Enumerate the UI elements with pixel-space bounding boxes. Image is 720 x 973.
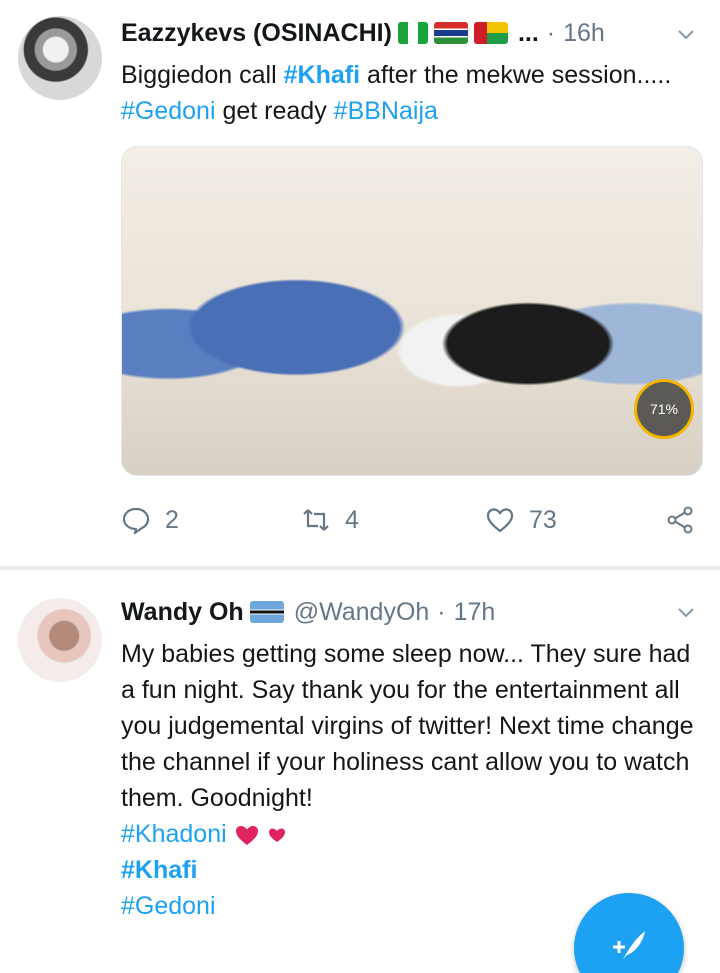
chevron-down-icon[interactable] [676, 602, 696, 622]
share-button[interactable] [665, 500, 695, 540]
text-span: after the mekwe session..... [360, 61, 672, 89]
text-span: get ready [215, 97, 334, 125]
text-span: Biggiedon call [121, 61, 284, 89]
flag-guinea-bissau-icon [473, 22, 508, 44]
hashtag-link[interactable]: #Khadoni [121, 820, 227, 848]
chevron-down-icon[interactable] [676, 24, 696, 44]
tweet-time[interactable]: 16h [563, 19, 605, 48]
tweet-time[interactable]: 17h [454, 598, 496, 627]
reply-icon [122, 507, 150, 535]
hashtag-link[interactable]: #Gedoni [121, 97, 216, 125]
avatar[interactable] [18, 16, 102, 100]
heart-icon [486, 508, 514, 533]
tweet-photo[interactable]: 71% [121, 146, 703, 476]
reply-count: 2 [165, 505, 179, 534]
tweet-text: My babies getting some sleep now... They… [121, 636, 711, 924]
compose-tweet-icon [613, 931, 645, 959]
hashtag-link[interactable]: #BBNaija [334, 97, 438, 125]
two-hearts-emoji [235, 826, 285, 846]
like-count: 73 [529, 505, 557, 534]
flag-botswana-icon [249, 601, 284, 623]
loading-progress-badge: 71% [634, 379, 694, 439]
reply-button[interactable]: 2 [121, 500, 179, 540]
hashtag-line: #Khadoni [121, 816, 711, 852]
tweet-body: My babies getting some sleep now... They… [121, 640, 694, 812]
tweet-text: Biggiedon call #Khafi after the mekwe se… [121, 57, 711, 129]
separator-dot: · [437, 597, 446, 626]
share-icon [667, 506, 693, 534]
retweet-button[interactable]: 4 [301, 500, 359, 540]
flag-nigeria-icon [397, 22, 428, 44]
hashtag-link[interactable]: #Khafi [121, 852, 711, 888]
timeline-feed: Eazzykevs (OSINACHI) ... · 16h Biggiedon… [0, 0, 720, 973]
author-name[interactable]: Eazzykevs (OSINACHI) [121, 19, 392, 48]
retweet-count: 4 [345, 505, 359, 534]
flag-gambia-icon [433, 22, 468, 44]
like-button[interactable]: 73 [485, 500, 557, 540]
tweet-header: Wandy Oh @WandyOh · 17h [121, 594, 495, 630]
name-truncation: ... [517, 18, 539, 47]
avatar[interactable] [18, 598, 102, 682]
separator-dot: · [546, 18, 556, 47]
author-handle[interactable]: @WandyOh [294, 598, 430, 627]
author-name[interactable]: Wandy Oh [121, 598, 244, 627]
hashtag-link[interactable]: #Khafi [284, 61, 360, 89]
retweet-icon [303, 509, 329, 531]
tweet-actions: 2 4 73 [121, 500, 701, 540]
tweet-header: Eazzykevs (OSINACHI) ... · 16h [121, 15, 605, 51]
